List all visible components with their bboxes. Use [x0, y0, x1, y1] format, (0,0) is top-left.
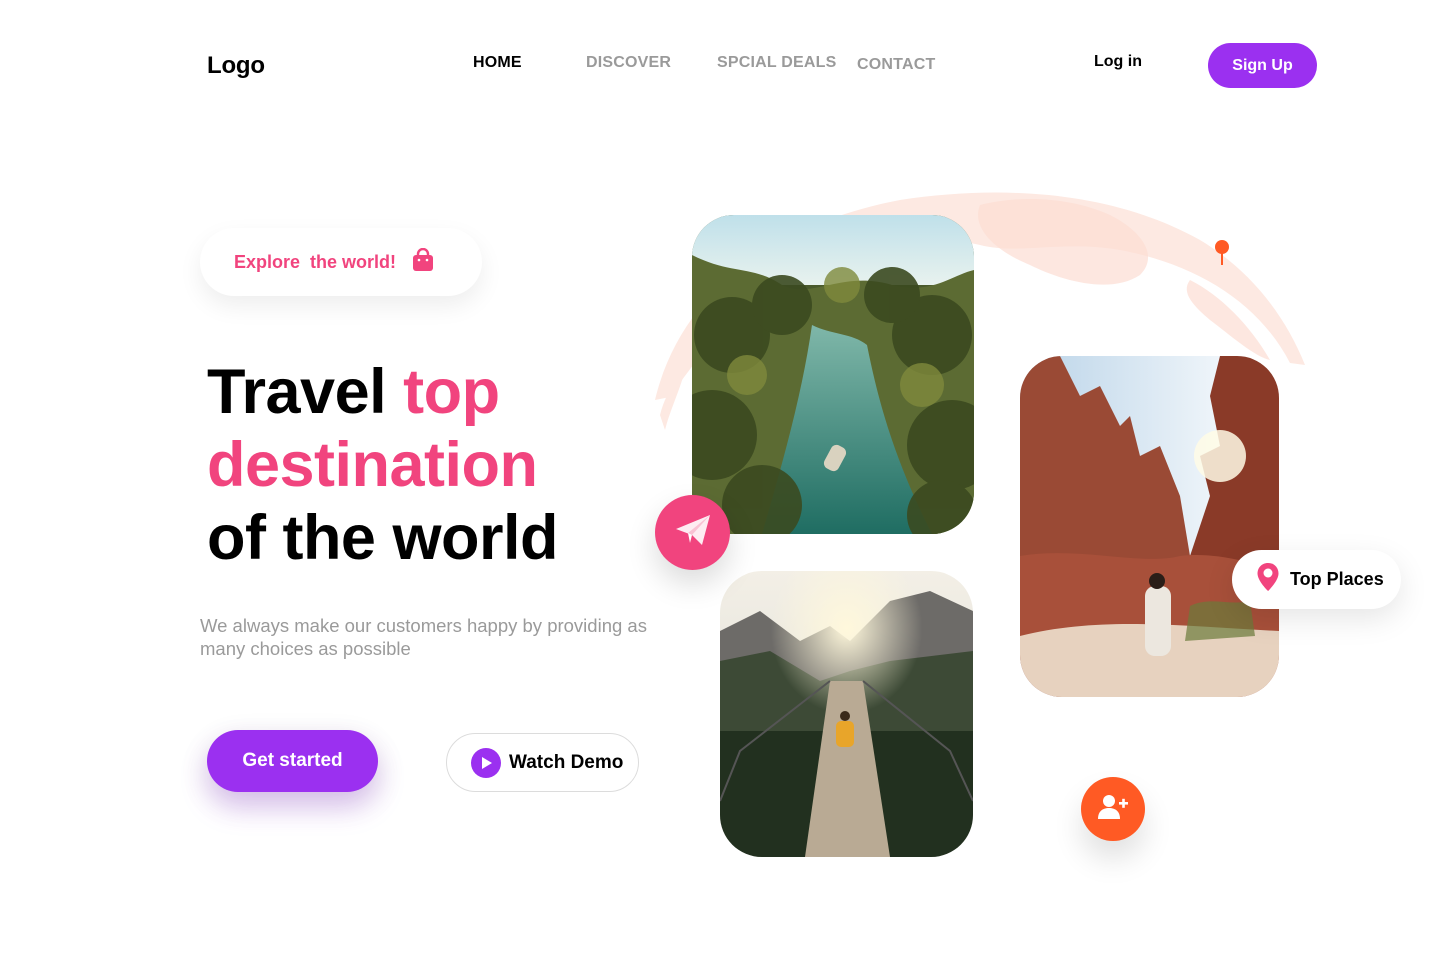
photo-suspension-bridge	[720, 571, 973, 857]
get-started-button[interactable]: Get started	[207, 730, 378, 792]
hero-title-part1: Travel	[207, 357, 404, 427]
shopping-bag-icon	[412, 247, 434, 277]
nav-home[interactable]: HOME	[473, 54, 522, 72]
hero-title-highlight-2: destination	[207, 430, 538, 500]
nav-contact[interactable]: CONTACT	[857, 56, 935, 74]
map-pin-icon	[1215, 240, 1229, 265]
hero-title: Travel top destination of the world	[207, 356, 677, 575]
hero-title-highlight-1: top	[403, 357, 500, 427]
top-places-label: Top Places	[1290, 569, 1384, 589]
logo[interactable]: Logo	[207, 52, 265, 80]
send-icon	[674, 513, 712, 552]
add-user-button[interactable]	[1081, 777, 1145, 841]
explore-badge: Explore the world!	[200, 228, 482, 296]
nav-discover[interactable]: DISCOVER	[586, 54, 671, 72]
top-places-chip[interactable]: Top Places	[1232, 550, 1401, 609]
hero-subtitle: We always make our customers happy by pr…	[200, 615, 647, 659]
login-link[interactable]: Log in	[1094, 53, 1142, 71]
signup-button[interactable]: Sign Up	[1208, 43, 1317, 88]
photo-tropical-river	[692, 215, 974, 534]
send-button[interactable]	[655, 495, 730, 570]
watch-demo-button[interactable]: Watch Demo	[446, 733, 639, 792]
watch-demo-label: Watch Demo	[509, 751, 624, 773]
location-pin-icon	[1256, 562, 1280, 597]
play-icon	[471, 747, 501, 778]
photo-red-canyon	[1020, 356, 1279, 697]
hero-title-part2: of the world	[207, 503, 558, 573]
nav-special-deals[interactable]: SPCIAL DEALS	[717, 54, 836, 72]
user-plus-icon	[1098, 794, 1128, 825]
explore-badge-text: Explore the world!	[234, 251, 397, 272]
